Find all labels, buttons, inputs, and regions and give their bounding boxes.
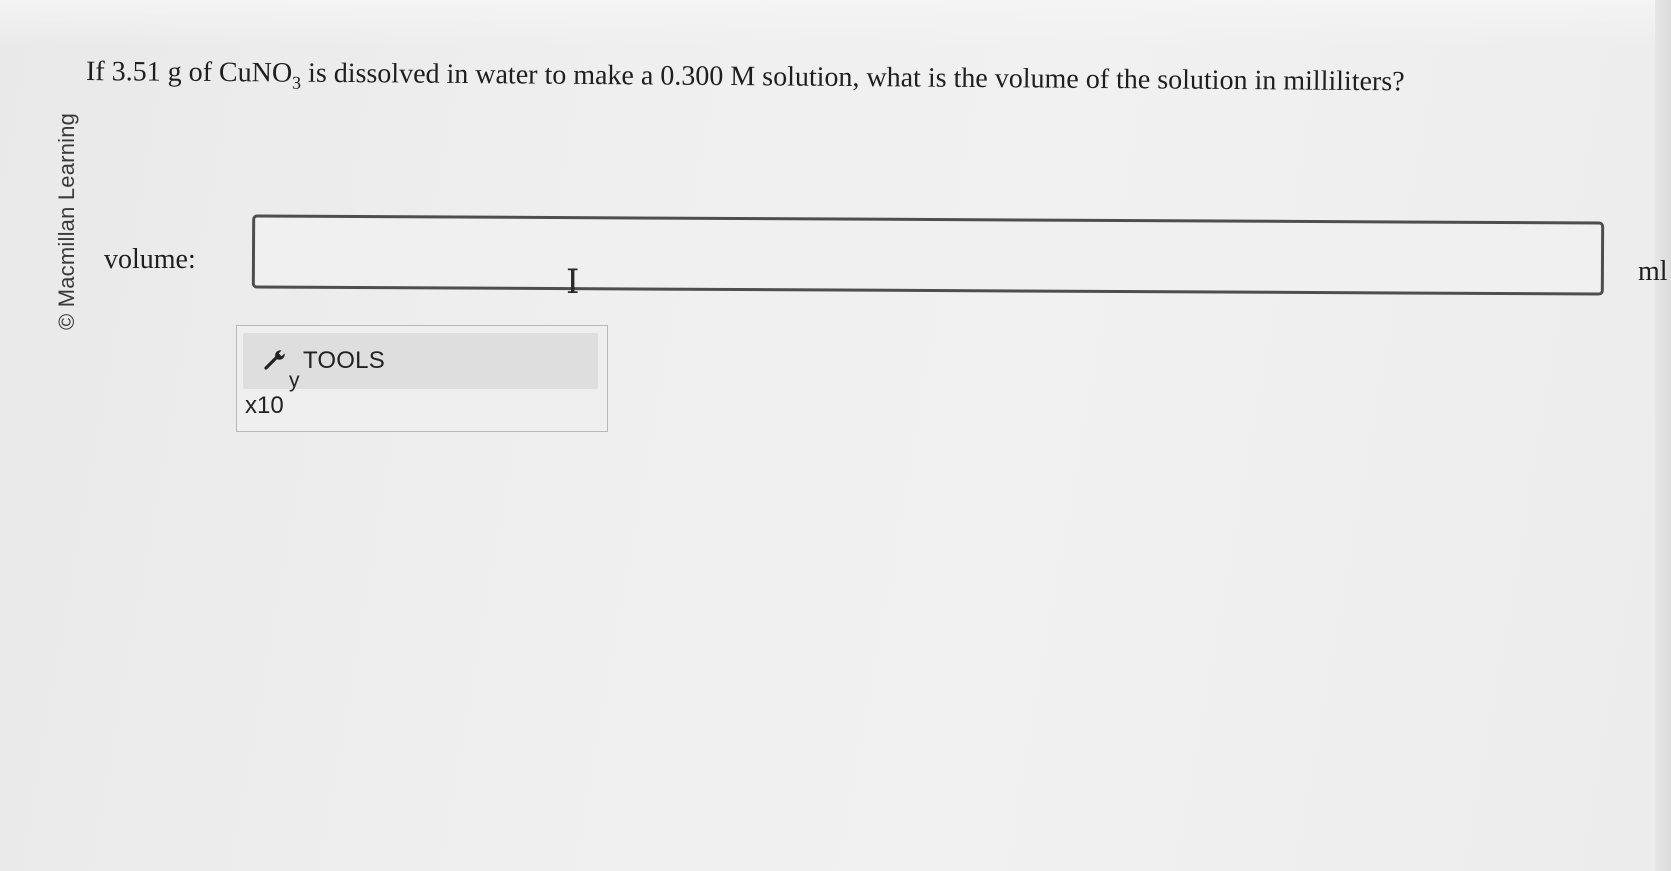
tools-button[interactable]: y TOOLS — [243, 333, 598, 392]
tools-label: TOOLS — [303, 347, 385, 374]
question-text: If 3.51 g of CuNO3 is dissolved in water… — [86, 56, 1405, 102]
tools-panel: y TOOLS x10 — [236, 325, 608, 432]
question-prefix: If 3.51 g of CuNO — [85, 56, 293, 89]
text-cursor-icon: I — [566, 262, 580, 302]
wrench-icon — [264, 350, 285, 370]
question-suffix: is dissolved in water to make a 0.300 M … — [300, 57, 1405, 98]
macmillan-credit: © Macmillan Learning — [54, 112, 79, 330]
x10-button[interactable]: x10 — [245, 392, 284, 420]
tools-superscript-label: y — [289, 369, 300, 392]
question-subscript: 3 — [291, 72, 302, 93]
volume-input[interactable] — [251, 214, 1605, 296]
page-top-shading — [0, 0, 1671, 46]
page-right-edge — [1655, 0, 1671, 871]
unit-label: ml — [1638, 256, 1668, 287]
volume-label: volume: — [104, 244, 196, 275]
